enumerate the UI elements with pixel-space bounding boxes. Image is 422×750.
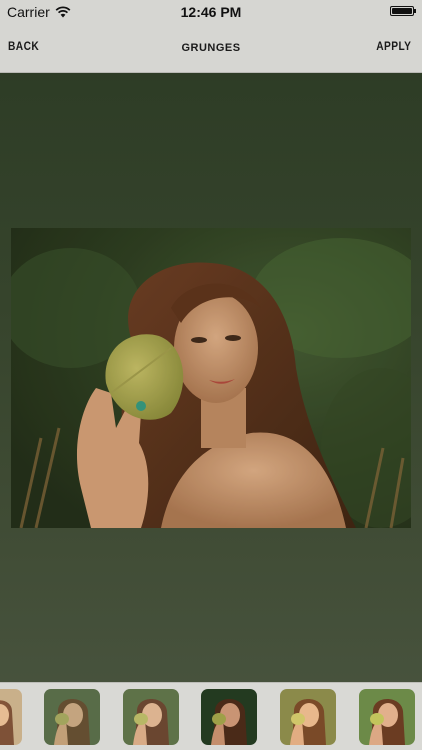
- page-title: GRUNGES: [181, 42, 241, 54]
- filter-thumb-3[interactable]: [201, 689, 257, 745]
- filter-thumb-image: [280, 689, 336, 745]
- filter-thumb-4[interactable]: [280, 689, 336, 745]
- filter-thumb-image: [201, 689, 257, 745]
- filter-strip[interactable]: [0, 682, 422, 750]
- apply-button[interactable]: APPLY: [376, 39, 411, 53]
- filter-thumb-image: [123, 689, 179, 745]
- nav-bar: BACK GRUNGES APPLY: [0, 24, 422, 73]
- filter-thumb-0[interactable]: [0, 689, 22, 745]
- status-time: 12:46 PM: [180, 4, 242, 20]
- filter-thumb-image: [0, 689, 22, 745]
- filter-thumb-image: [44, 689, 100, 745]
- photo-preview: [11, 228, 411, 528]
- filter-thumb-image: [359, 689, 415, 745]
- status-bar: Carrier 12:46 PM: [0, 0, 422, 24]
- photo-illustration: [11, 228, 411, 528]
- filter-thumb-5[interactable]: [359, 689, 415, 745]
- filter-thumb-1[interactable]: [44, 689, 100, 745]
- filter-thumb-2[interactable]: [123, 689, 179, 745]
- battery-icon: [390, 6, 416, 16]
- editor-screen: Carrier 12:46 PM BACK GRUNGES APPLY: [0, 0, 422, 750]
